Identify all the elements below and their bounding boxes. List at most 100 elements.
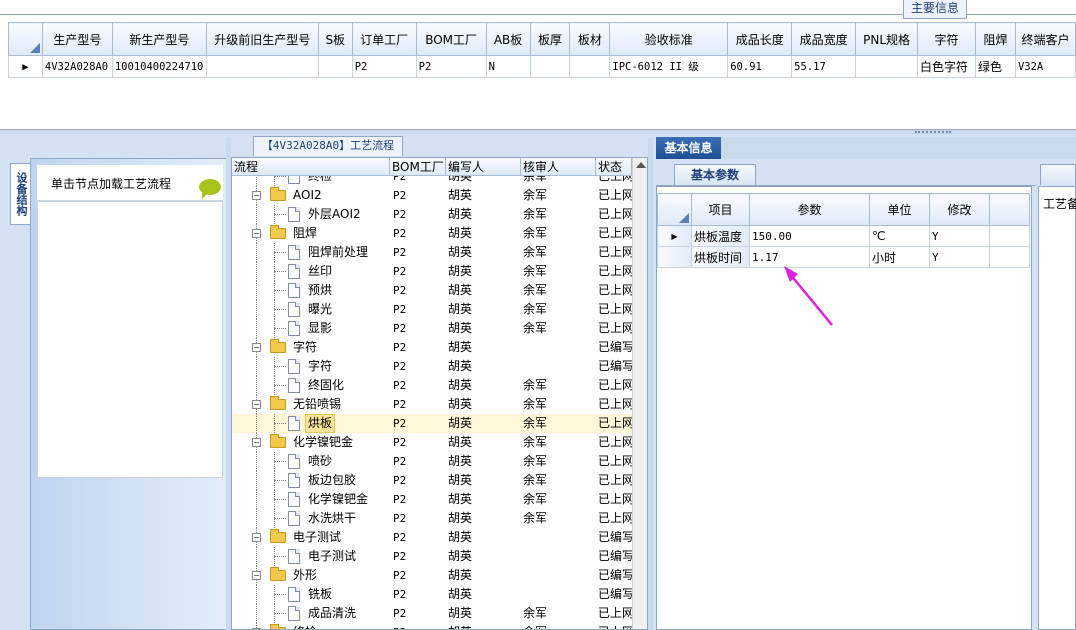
grid-cell[interactable] [205, 55, 319, 78]
vertical-splitter-right[interactable] [648, 137, 653, 630]
grid-cell[interactable]: 白色字符 [917, 55, 977, 78]
tree-row[interactable]: 终检 P2 胡英 余军 已上网 [232, 176, 632, 186]
tree-row[interactable]: − 电子测试 P2 胡英 已编写 [232, 528, 632, 547]
tree-node[interactable]: − AOI2 [232, 186, 388, 205]
col-header-4[interactable]: 订单工厂 [351, 22, 417, 56]
tree-node[interactable]: − 阻焊 [232, 224, 388, 243]
tab-basic-params[interactable]: 基本参数 [674, 164, 756, 185]
grid-cell[interactable]: 55.17 [791, 55, 857, 78]
scroll-up-arrow-icon[interactable] [636, 162, 646, 168]
edit-cell[interactable]: Y [929, 246, 990, 268]
splitter-grip-icon[interactable] [915, 131, 951, 133]
tree-row[interactable]: 曝光 P2 胡英 余军 已上网 [232, 300, 632, 319]
tree-row[interactable]: 丝印 P2 胡英 余军 已上网 [232, 262, 632, 281]
collapse-icon[interactable]: − [252, 343, 261, 352]
tree-row[interactable]: − 无铅喷锡 P2 胡英 余军 已上网 [232, 395, 632, 414]
grid-cell[interactable]: P2 [351, 55, 417, 78]
tree-row[interactable]: − 化学镍钯金 P2 胡英 余军 已上网 [232, 433, 632, 452]
grid-cell[interactable]: 60.91 [727, 55, 793, 78]
col-header-7[interactable]: 板厚 [529, 22, 571, 56]
tree-node[interactable]: 丝印 [232, 262, 388, 281]
table-row[interactable]: 烘板时间 1.17 小时 Y [657, 246, 1030, 268]
equipment-tree[interactable] [37, 201, 223, 478]
vertical-scrollbar[interactable] [632, 158, 647, 629]
tree-node[interactable]: 成品清洗 [232, 604, 388, 623]
table-row[interactable]: ▶ 烘板温度 150.00 ℃ Y [657, 225, 1030, 247]
col-header-reviewer[interactable]: 核审人 [521, 158, 596, 176]
col-header-6[interactable]: AB板 [485, 22, 531, 56]
tree-node[interactable]: 阻焊前处理 [232, 243, 388, 262]
param-cell[interactable]: 150.00 [749, 225, 870, 247]
edit-cell[interactable]: Y [929, 225, 990, 247]
tree-row[interactable]: 外层AOI2 P2 胡英 余军 已上网 [232, 205, 632, 224]
tree-node[interactable]: − 字符 [232, 338, 388, 357]
grid-cell[interactable] [529, 55, 571, 78]
tree-row[interactable]: − 阻焊 P2 胡英 余军 已上网 [232, 224, 632, 243]
col-header-11[interactable]: 成品宽度 [791, 22, 857, 56]
tree-row[interactable]: 铣板 P2 胡英 已编写 [232, 585, 632, 604]
collapse-icon[interactable]: − [252, 533, 261, 542]
col-header-13[interactable]: 字符 [917, 22, 977, 56]
tree-node[interactable]: 水洗烘干 [232, 509, 388, 528]
tree-node[interactable]: 字符 [232, 357, 388, 376]
col-header-param[interactable]: 参数 [749, 193, 870, 226]
tree-node[interactable]: − 电子测试 [232, 528, 388, 547]
tree-node[interactable]: 终固化 [232, 376, 388, 395]
col-header-unit[interactable]: 单位 [869, 193, 930, 226]
col-header-item[interactable]: 项目 [691, 193, 750, 226]
tree-node[interactable]: 显影 [232, 319, 388, 338]
tree-row[interactable]: 终固化 P2 胡英 余军 已上网 [232, 376, 632, 395]
unit-cell[interactable]: 小时 [869, 246, 930, 268]
collapse-icon[interactable]: − [252, 571, 261, 580]
item-cell[interactable]: 烘板时间 [691, 246, 750, 268]
col-header-9[interactable]: 验收标准 [609, 22, 729, 56]
col-header-10[interactable]: 成品长度 [727, 22, 793, 56]
grid-cell[interactable]: 10010400224710 [111, 55, 207, 78]
col-header-flow[interactable]: 流程 [232, 158, 390, 176]
col-header-0[interactable]: 生产型号 [41, 22, 113, 56]
tab-basic-info[interactable]: 基本信息 [656, 137, 721, 159]
col-header-2[interactable]: 升级前旧生产型号 [205, 22, 319, 56]
tree-node[interactable]: 电子测试 [232, 547, 388, 566]
grid-cell[interactable] [855, 55, 919, 78]
tree-node[interactable]: 终检 [232, 176, 388, 186]
tree-row[interactable]: − 外形 P2 胡英 已编写 [232, 566, 632, 585]
tree-row[interactable]: 水洗烘干 P2 胡英 余军 已上网 [232, 509, 632, 528]
tree-node[interactable]: 铣板 [232, 585, 388, 604]
tab-craft[interactable] [1040, 164, 1076, 185]
grid-cell[interactable] [317, 55, 353, 78]
grid-cell[interactable]: 4V32A028A0 [41, 55, 113, 78]
grid-cell[interactable]: P2 [415, 55, 487, 78]
tree-row[interactable]: 预烘 P2 胡英 余军 已上网 [232, 281, 632, 300]
tree-node[interactable]: 喷砂 [232, 452, 388, 471]
tree-node[interactable]: −终检 [232, 623, 388, 629]
tree-node[interactable]: 外层AOI2 [232, 205, 388, 224]
tree-row[interactable]: 喷砂 P2 胡英 余军 已上网 [232, 452, 632, 471]
tab-equipment-structure[interactable]: 设备结构 [10, 163, 30, 225]
tree-node[interactable]: 曝光 [232, 300, 388, 319]
tree-node[interactable]: 预烘 [232, 281, 388, 300]
grid-corner[interactable] [8, 22, 43, 56]
tree-node[interactable]: − 无铅喷锡 [232, 395, 388, 414]
tree-row[interactable]: 字符 P2 胡英 已编写 [232, 357, 632, 376]
col-header-12[interactable]: PNL规格 [855, 22, 919, 56]
col-header-status[interactable]: 状态 [596, 158, 632, 176]
tree-row[interactable]: 板边包胶 P2 胡英 余军 已上网 [232, 471, 632, 490]
item-cell[interactable]: 烘板温度 [691, 225, 750, 247]
grid-cell[interactable]: 绿色 [975, 55, 1016, 78]
grid-cell[interactable]: N [485, 55, 531, 78]
collapse-icon[interactable]: − [252, 400, 261, 409]
tree-row[interactable]: 化学镍钯金 P2 胡英 余军 已上网 [232, 490, 632, 509]
tree-row[interactable]: −终检 P2 胡英余军已上网 [232, 623, 632, 629]
tree-node[interactable]: 板边包胶 [232, 471, 388, 490]
tree-row[interactable]: − AOI2 P2 胡英 余军 已上网 [232, 186, 632, 205]
tree-node[interactable]: − 外形 [232, 566, 388, 585]
tree-node[interactable]: 烘板 [232, 414, 388, 433]
unit-cell[interactable]: ℃ [869, 225, 930, 247]
grid-cell[interactable] [569, 55, 611, 78]
col-header-14[interactable]: 阻焊 [975, 22, 1016, 56]
tree-row[interactable]: 阻焊前处理 P2 胡英 余军 已上网 [232, 243, 632, 262]
col-header-bom[interactable]: BOM工厂 [390, 158, 446, 176]
col-header-writer[interactable]: 编写人 [446, 158, 521, 176]
col-header-3[interactable]: S板 [317, 22, 353, 56]
